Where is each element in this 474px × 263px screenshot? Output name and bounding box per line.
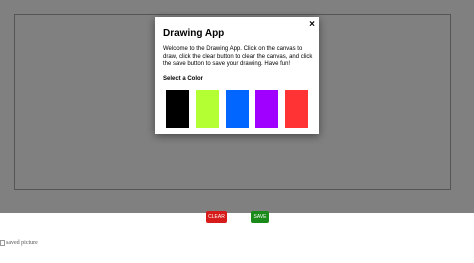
save-button[interactable]: SAVE [251,211,269,223]
color-swatch-blue[interactable] [226,90,249,128]
saved-picture: saved picture [0,240,38,246]
color-swatch-lime[interactable] [196,90,219,128]
saved-picture-alt: saved picture [6,240,38,246]
select-color-label: Select a Color [163,76,204,82]
broken-image-icon [0,240,5,246]
clear-button[interactable]: CLEAR [206,211,227,223]
modal-title: Drawing App [163,28,225,39]
close-icon[interactable]: × [309,19,315,31]
color-swatch-purple[interactable] [255,90,278,128]
welcome-modal: × Drawing App Welcome to the Drawing App… [155,17,319,134]
color-swatch-black[interactable] [166,90,189,128]
modal-description: Welcome to the Drawing App. Click on the… [163,46,313,67]
color-swatch-red[interactable] [285,90,308,128]
